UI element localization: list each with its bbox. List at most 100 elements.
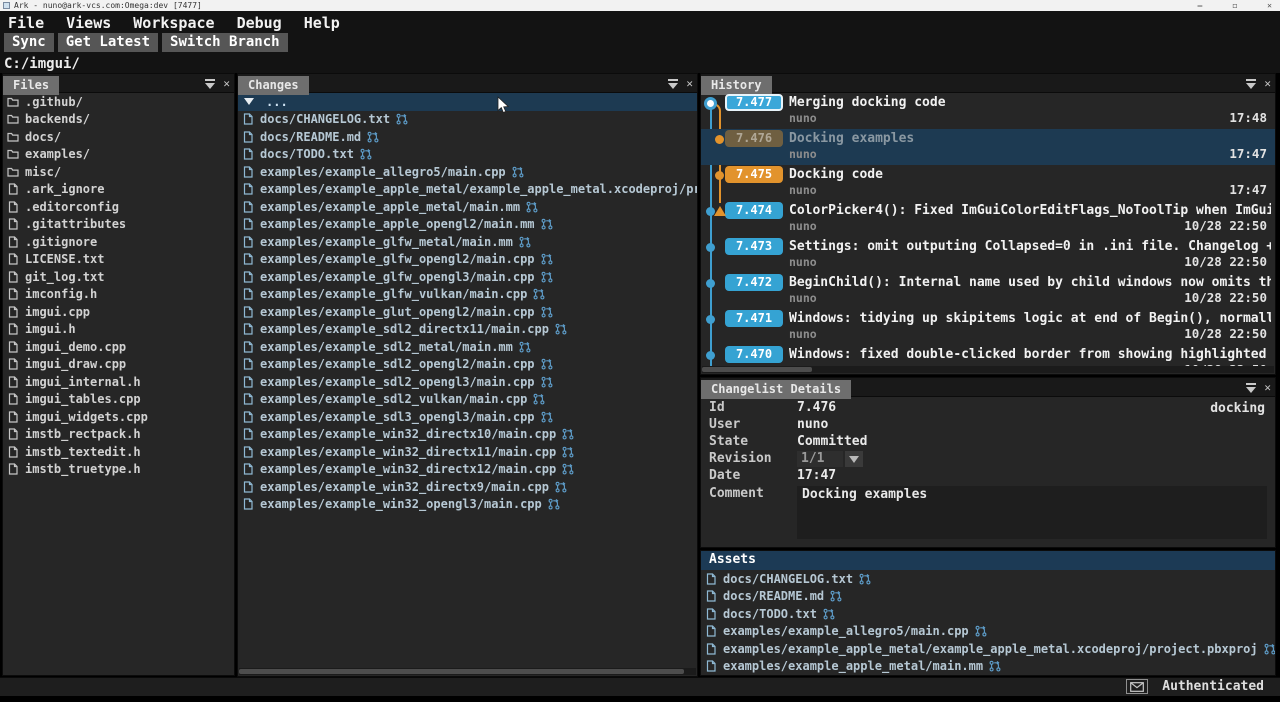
minimize-icon[interactable]: – <box>1198 1 1203 10</box>
changed-file-row[interactable]: examples/example_sdl3_opengl3/main.cpp <box>238 408 697 426</box>
toolbar-button[interactable]: Sync <box>4 33 54 52</box>
changed-file-row[interactable]: examples/example_sdl2_opengl3/main.cpp <box>238 373 697 391</box>
menu-item[interactable]: Debug <box>237 14 282 32</box>
commit-row[interactable]: 7.472 BeginChild(): Internal name used b… <box>701 273 1275 309</box>
asset-row[interactable]: examples/example_allegro5/main.cpp <box>701 623 1275 641</box>
file-tree-item[interactable]: imgui_demo.cpp <box>3 338 234 356</box>
file-tree-item[interactable]: imgui.h <box>3 321 234 339</box>
file-tree-item[interactable]: .editorconfig <box>3 198 234 216</box>
changed-file-row[interactable]: examples/example_win32_opengl3/main.cpp <box>238 496 697 514</box>
changelist-badge[interactable]: 7.475 <box>725 166 783 183</box>
changed-file-row[interactable]: examples/example_glut_opengl2/main.cpp <box>238 303 697 321</box>
changed-file-row[interactable]: examples/example_apple_opengl2/main.mm <box>238 216 697 234</box>
changed-file-row[interactable]: examples/example_glfw_metal/main.mm <box>238 233 697 251</box>
file-tree-item[interactable]: imstb_truetype.h <box>3 461 234 479</box>
filter-icon[interactable] <box>1245 78 1257 90</box>
changelist-badge[interactable]: 7.474 <box>725 202 783 219</box>
changed-file-row[interactable]: examples/example_glfw_opengl3/main.cpp <box>238 268 697 286</box>
close-panel-icon[interactable]: ✕ <box>686 78 693 89</box>
revision-dropdown-icon[interactable] <box>845 451 863 467</box>
menu-item[interactable]: Views <box>66 14 111 32</box>
changed-file-row[interactable]: examples/example_win32_directx10/main.cp… <box>238 426 697 444</box>
file-tree-item[interactable]: .gitignore <box>3 233 234 251</box>
commit-row[interactable]: 7.470 Windows: fixed double-clicked bord… <box>701 345 1275 368</box>
changed-file-row[interactable]: examples/example_sdl2_metal/main.mm <box>238 338 697 356</box>
close-panel-icon[interactable]: ✕ <box>1264 382 1271 393</box>
commit-row[interactable]: 7.473 Settings: omit outputing Collapsed… <box>701 237 1275 273</box>
menu-item[interactable]: File <box>8 14 44 32</box>
asset-row[interactable]: examples/example_apple_metal/example_app… <box>701 640 1275 658</box>
changed-file-row[interactable]: examples/example_sdl2_vulkan/main.cpp <box>238 391 697 409</box>
file-tree-item[interactable]: git_log.txt <box>3 268 234 286</box>
asset-row[interactable]: examples/example_apple_metal/main.mm <box>701 658 1275 676</box>
changelist-badge[interactable]: 7.477 <box>725 94 783 111</box>
menu-item[interactable]: Workspace <box>133 14 214 32</box>
changed-file-row[interactable]: examples/example_sdl2_directx11/main.cpp <box>238 321 697 339</box>
file-tree-item[interactable]: .ark_ignore <box>3 181 234 199</box>
document-icon <box>242 201 254 213</box>
toolbar-button[interactable]: Get Latest <box>58 33 158 52</box>
file-tree-item[interactable]: imstb_textedit.h <box>3 443 234 461</box>
toolbar-button[interactable]: Switch Branch <box>162 33 288 52</box>
file-tree-item[interactable]: docs/ <box>3 128 234 146</box>
scrollbar-thumb[interactable] <box>239 669 684 674</box>
changes-root-row[interactable]: ... <box>238 93 697 111</box>
filter-icon[interactable] <box>667 78 679 90</box>
file-tree-item[interactable]: .github/ <box>3 93 234 111</box>
changed-file-row[interactable]: docs/CHANGELOG.txt <box>238 111 697 129</box>
asset-row[interactable]: docs/README.md <box>701 588 1275 606</box>
file-tree-item[interactable]: imgui_internal.h <box>3 373 234 391</box>
changelist-badge[interactable]: 7.470 <box>725 346 783 363</box>
changelist-badge[interactable]: 7.476 <box>725 130 783 147</box>
changelist-badge[interactable]: 7.471 <box>725 310 783 327</box>
filter-icon[interactable] <box>204 78 216 90</box>
close-panel-icon[interactable]: ✕ <box>1264 78 1271 89</box>
commit-row[interactable]: 7.475 Docking code nuno 17:47 <box>701 165 1275 201</box>
file-tree-item[interactable]: imgui_widgets.cpp <box>3 408 234 426</box>
changed-file-row[interactable]: examples/example_glfw_vulkan/main.cpp <box>238 286 697 304</box>
changed-file-row[interactable]: examples/example_apple_metal/example_app… <box>238 181 697 199</box>
changed-file-row[interactable]: docs/TODO.txt <box>238 146 697 164</box>
changed-file-row[interactable]: examples/example_win32_directx9/main.cpp <box>238 478 697 496</box>
file-tree-item[interactable]: misc/ <box>3 163 234 181</box>
branch-icon <box>533 393 545 405</box>
comment-field[interactable]: Docking examples <box>797 486 1267 539</box>
mail-icon[interactable] <box>1126 679 1148 694</box>
file-tree-item[interactable]: imgui_draw.cpp <box>3 356 234 374</box>
asset-row[interactable]: docs/TODO.txt <box>701 605 1275 623</box>
file-tree-item[interactable]: examples/ <box>3 146 234 164</box>
file-tree-item[interactable]: imgui.cpp <box>3 303 234 321</box>
changed-file-row[interactable]: examples/example_glfw_opengl2/main.cpp <box>238 251 697 269</box>
file-tree-item[interactable]: .gitattributes <box>3 216 234 234</box>
file-tree-item[interactable]: imstb_rectpack.h <box>3 426 234 444</box>
menu-item[interactable]: Help <box>304 14 340 32</box>
changelist-badge[interactable]: 7.473 <box>725 238 783 255</box>
horizontal-scrollbar[interactable] <box>702 366 1274 373</box>
changed-file-row[interactable]: examples/example_sdl2_opengl2/main.cpp <box>238 356 697 374</box>
commit-row[interactable]: 7.474 ColorPicker4(): Fixed ImGuiColorEd… <box>701 201 1275 237</box>
commit-row[interactable]: 7.471 Windows: tidying up skipitems logi… <box>701 309 1275 345</box>
changed-file-row[interactable]: examples/example_apple_metal/main.mm <box>238 198 697 216</box>
close-panel-icon[interactable]: ✕ <box>223 78 230 89</box>
close-icon[interactable]: ✕ <box>1267 1 1272 10</box>
file-tree-item[interactable]: imgui_tables.cpp <box>3 391 234 409</box>
changelist-badge[interactable]: 7.472 <box>725 274 783 291</box>
changes-tab[interactable]: Changes <box>238 76 309 95</box>
filter-icon[interactable] <box>1245 382 1257 394</box>
files-tab[interactable]: Files <box>3 76 59 95</box>
maximize-icon[interactable]: ◻ <box>1232 1 1237 10</box>
changed-file-row[interactable]: examples/example_win32_directx12/main.cp… <box>238 461 697 479</box>
file-tree-item[interactable]: backends/ <box>3 111 234 129</box>
file-tree-item[interactable]: LICENSE.txt <box>3 251 234 269</box>
file-tree-item[interactable]: imconfig.h <box>3 286 234 304</box>
commit-row[interactable]: 7.476 Docking examples nuno 17:47 <box>701 129 1275 165</box>
horizontal-scrollbar[interactable] <box>239 668 696 675</box>
commit-row[interactable]: 7.477 Merging docking code nuno 17:48 <box>701 93 1275 129</box>
changed-file-row[interactable]: examples/example_allegro5/main.cpp <box>238 163 697 181</box>
expand-arrow-icon[interactable] <box>244 98 254 105</box>
asset-row[interactable]: docs/CHANGELOG.txt <box>701 570 1275 588</box>
changed-file-row[interactable]: examples/example_win32_directx11/main.cp… <box>238 443 697 461</box>
state-value: Committed <box>797 434 867 450</box>
changed-file-row[interactable]: docs/README.md <box>238 128 697 146</box>
scrollbar-thumb[interactable] <box>702 367 812 372</box>
